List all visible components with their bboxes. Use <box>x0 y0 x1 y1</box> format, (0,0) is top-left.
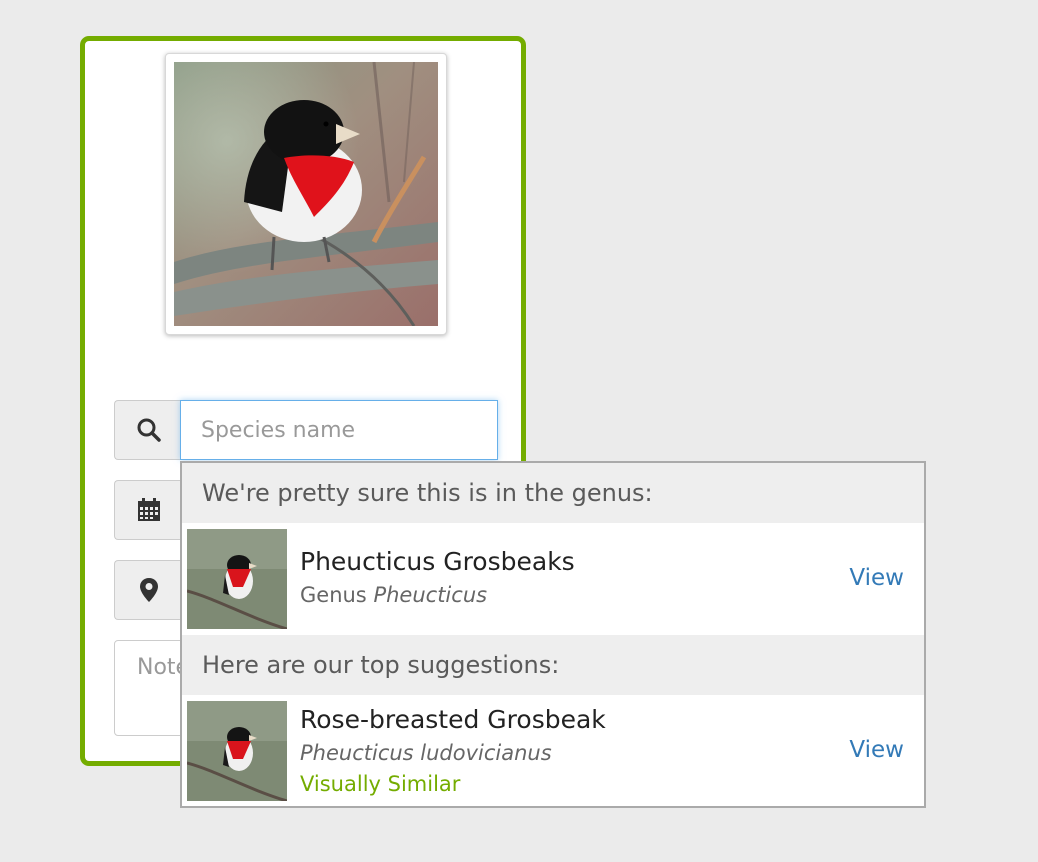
date-addon <box>114 480 182 540</box>
visually-similar-badge: Visually Similar <box>300 772 461 796</box>
genus-common-name: Pheucticus Grosbeaks <box>300 547 575 576</box>
bird-photo-image <box>174 62 438 326</box>
observation-photo[interactable] <box>165 53 447 335</box>
species-scientific-name: Pheucticus ludovicianus <box>300 741 552 765</box>
genus-scientific-name: Pheucticus <box>373 583 488 607</box>
species-view-link[interactable]: View <box>849 737 904 763</box>
genus-rank-line: Genus Pheucticus <box>300 583 487 607</box>
genus-view-link[interactable]: View <box>849 565 904 591</box>
search-addon <box>114 400 182 460</box>
search-icon <box>137 418 161 442</box>
location-pin-icon <box>139 578 158 602</box>
species-thumbnail <box>187 701 287 801</box>
genus-suggestion-item[interactable]: Pheucticus Grosbeaks Genus Pheucticus Vi… <box>182 523 924 635</box>
top-suggestion-item[interactable]: Rose-breasted Grosbeak Pheucticus ludovi… <box>182 695 924 806</box>
species-common-name: Rose-breasted Grosbeak <box>300 705 606 734</box>
genus-thumbnail <box>187 529 287 629</box>
location-addon <box>114 560 182 620</box>
genus-rank: Genus <box>300 583 367 607</box>
genus-section-header: We're pretty sure this is in the genus: <box>182 463 924 523</box>
calendar-icon <box>137 498 160 521</box>
species-name-input[interactable] <box>180 400 498 460</box>
top-suggestions-header: Here are our top suggestions: <box>182 635 924 695</box>
species-suggestions-dropdown: We're pretty sure this is in the genus: … <box>180 461 926 808</box>
species-scientific-line: Pheucticus ludovicianus <box>300 741 552 765</box>
